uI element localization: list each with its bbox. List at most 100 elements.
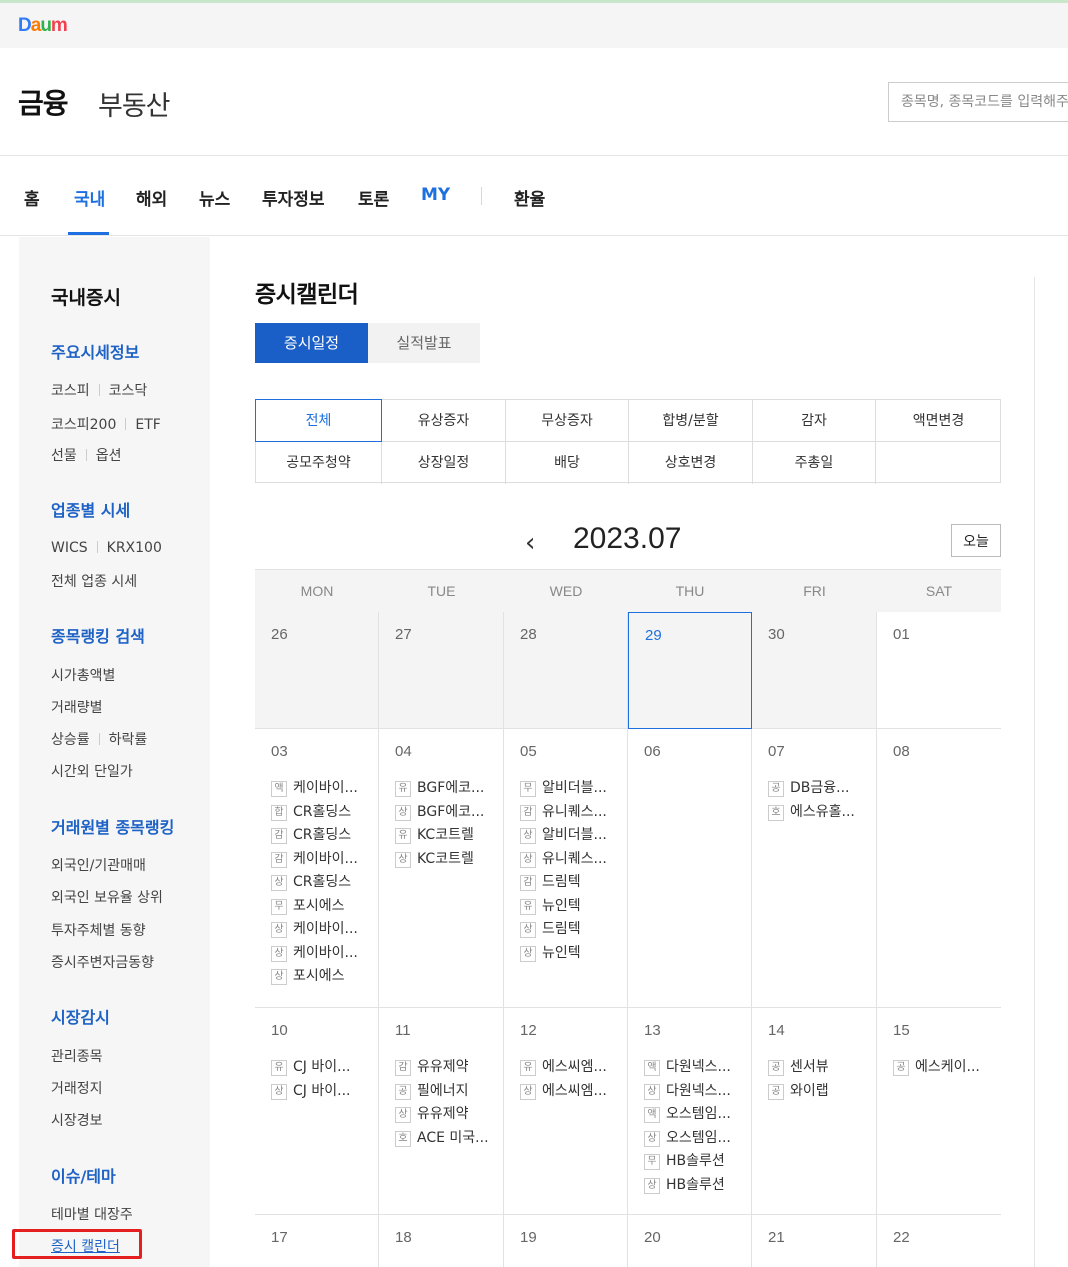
calendar-event[interactable]: 상 BGF에코... <box>395 801 484 825</box>
calendar-day-cell[interactable]: 18 <box>379 1215 504 1267</box>
calendar-event[interactable]: 유 KC코트렐 <box>395 824 484 848</box>
filter-0[interactable]: 전체 <box>255 399 382 442</box>
calendar-event[interactable]: 감 유니퀘스... <box>520 801 607 825</box>
side-link-all-sectors[interactable]: 전체 업종 시세 <box>51 571 137 591</box>
side-section-sector[interactable]: 업종별 시세 <box>51 497 130 521</box>
calendar-event[interactable]: 상 포시에스 <box>271 965 358 989</box>
calendar-day-cell[interactable]: 29 <box>628 612 752 729</box>
tab-market-schedule[interactable]: 증시일정 <box>255 323 368 363</box>
calendar-day-cell[interactable]: 03 액 케이바이... 합 CR홀딩스 감 CR홀딩스 감 케이바이... 상 CR홀딩스 무 포시에… <box>255 729 379 1008</box>
side-section-broker[interactable]: 거래원별 종목랭킹 <box>51 814 174 838</box>
daum-logo[interactable]: Daum <box>18 15 68 37</box>
side-section-surveillance[interactable]: 시장감시 <box>51 1004 110 1028</box>
calendar-day-cell[interactable]: 13 액 다원넥스... 상 다원넥스... 액 오스템임... 상 오스템임... 무 HB솔루션… <box>628 1008 752 1215</box>
calendar-event[interactable]: 공 에스케이... <box>893 1056 980 1080</box>
side-link-kospi[interactable]: 코스피 <box>51 383 90 399</box>
calendar-day-cell[interactable]: 22 <box>877 1215 1001 1267</box>
side-link-wics[interactable]: WICS <box>51 540 88 556</box>
calendar-event[interactable]: 액 다원넥스... <box>644 1056 731 1080</box>
calendar-event[interactable]: 상 유유제약 <box>395 1103 489 1127</box>
side-link-managed-stocks[interactable]: 관리종목 <box>51 1046 103 1066</box>
calendar-event[interactable]: 무 포시에스 <box>271 895 358 919</box>
side-link-after-hours[interactable]: 시간외 단일가 <box>51 761 133 781</box>
calendar-event[interactable]: 상 오스템임... <box>644 1127 731 1151</box>
calendar-day-cell[interactable]: 12 유 에스씨엠... 상 에스씨엠... <box>504 1008 628 1215</box>
calendar-event[interactable]: 공 DB금융... <box>768 777 855 801</box>
calendar-day-cell[interactable]: 26 <box>255 612 379 729</box>
calendar-event[interactable]: 상 뉴인텍 <box>520 942 607 966</box>
filter-6[interactable]: 공모주청약 <box>256 442 382 484</box>
chevron-left-icon[interactable]: ‹ <box>525 528 535 558</box>
calendar-day-cell[interactable]: 11 감 유유제약 공 필에너지 상 유유제약 호 ACE 미국... <box>379 1008 504 1215</box>
filter-8[interactable]: 배당 <box>506 442 629 484</box>
side-link-halted[interactable]: 거래정지 <box>51 1078 103 1098</box>
calendar-event[interactable]: 상 CJ 바이... <box>271 1080 350 1104</box>
calendar-day-cell[interactable]: 05 무 알비더블... 감 유니퀘스... 상 알비더블... 상 유니퀘스... 감 드림텍 유 뉴… <box>504 729 628 1008</box>
calendar-event[interactable]: 유 BGF에코... <box>395 777 484 801</box>
calendar-event[interactable]: 상 다원넥스... <box>644 1080 731 1104</box>
side-section-issues[interactable]: 이슈/테마 <box>51 1163 116 1187</box>
side-link-losers[interactable]: 하락률 <box>109 732 148 748</box>
calendar-event[interactable]: 상 HB솔루션 <box>644 1174 731 1198</box>
calendar-event[interactable]: 감 CR홀딩스 <box>271 824 358 848</box>
calendar-day-cell[interactable]: 10 유 CJ 바이... 상 CJ 바이... <box>255 1008 379 1215</box>
calendar-event[interactable]: 유 에스씨엠... <box>520 1056 607 1080</box>
side-link-etf[interactable]: ETF <box>135 417 160 433</box>
side-link-kosdaq[interactable]: 코스닥 <box>109 383 148 399</box>
side-link-kospi200[interactable]: 코스피200 <box>51 417 116 433</box>
calendar-day-cell[interactable]: 19 <box>504 1215 628 1267</box>
filter-2[interactable]: 무상증자 <box>506 400 629 442</box>
calendar-day-cell[interactable]: 27 <box>379 612 504 729</box>
calendar-event[interactable]: 공 와이랩 <box>768 1080 829 1104</box>
calendar-day-cell[interactable]: 14 공 센서뷰 공 와이랩 <box>752 1008 877 1215</box>
calendar-event[interactable]: 감 케이바이... <box>271 848 358 872</box>
calendar-day-cell[interactable]: 20 <box>628 1215 752 1267</box>
filter-4[interactable]: 감자 <box>753 400 876 442</box>
calendar-day-cell[interactable]: 08 <box>877 729 1001 1008</box>
tab-earnings[interactable]: 실적발표 <box>368 323 480 363</box>
calendar-event[interactable]: 액 케이바이... <box>271 777 358 801</box>
filter-10[interactable]: 주총일 <box>753 442 876 484</box>
side-link-theme-leaders[interactable]: 테마별 대장주 <box>51 1204 133 1224</box>
calendar-day-cell[interactable]: 06 <box>628 729 752 1008</box>
side-link-foreign-ownership[interactable]: 외국인 보유율 상위 <box>51 887 163 907</box>
calendar-day-cell[interactable]: 15 공 에스케이... <box>877 1008 1001 1215</box>
side-link-market-alert[interactable]: 시장경보 <box>51 1110 103 1130</box>
nav-overseas[interactable]: 해외 <box>136 185 167 210</box>
calendar-event[interactable]: 유 CJ 바이... <box>271 1056 350 1080</box>
nav-domestic[interactable]: 국내 <box>74 185 105 210</box>
calendar-event[interactable]: 무 알비더블... <box>520 777 607 801</box>
nav-my[interactable]: MY <box>421 185 450 205</box>
side-link-krx100[interactable]: KRX100 <box>107 540 162 556</box>
side-section-market-info[interactable]: 주요시세정보 <box>51 339 139 363</box>
calendar-event[interactable]: 호 에스유홀... <box>768 801 855 825</box>
calendar-event[interactable]: 감 유유제약 <box>395 1056 489 1080</box>
side-section-ranking[interactable]: 종목랭킹 검색 <box>51 623 145 647</box>
calendar-event[interactable]: 상 알비더블... <box>520 824 607 848</box>
nav-home[interactable]: 홈 <box>24 185 40 210</box>
side-link-foreign-institution[interactable]: 외국인/기관매매 <box>51 855 146 875</box>
calendar-day-cell[interactable]: 04 유 BGF에코... 상 BGF에코... 유 KC코트렐 상 KC코트렐 <box>379 729 504 1008</box>
filter-9[interactable]: 상호변경 <box>629 442 753 484</box>
brand-realestate[interactable]: 부동산 <box>98 84 171 123</box>
calendar-event[interactable]: 감 드림텍 <box>520 871 607 895</box>
side-link-options[interactable]: 옵션 <box>96 448 122 464</box>
calendar-event[interactable]: 유 뉴인텍 <box>520 895 607 919</box>
brand-finance[interactable]: 금융 <box>18 82 69 122</box>
calendar-day-cell[interactable]: 17 <box>255 1215 379 1267</box>
filter-3[interactable]: 합병/분할 <box>629 400 753 442</box>
side-link-gainers[interactable]: 상승률 <box>51 732 90 748</box>
calendar-day-cell[interactable]: 01 <box>877 612 1001 729</box>
filter-5[interactable]: 액면변경 <box>876 400 1001 442</box>
calendar-event[interactable]: 무 HB솔루션 <box>644 1150 731 1174</box>
filter-1[interactable]: 유상증자 <box>382 400 506 442</box>
calendar-event[interactable]: 상 드림텍 <box>520 918 607 942</box>
search-input[interactable] <box>888 82 1068 122</box>
calendar-day-cell[interactable]: 30 <box>752 612 877 729</box>
side-link-investor-trend[interactable]: 투자주체별 동향 <box>51 920 146 940</box>
calendar-day-cell[interactable]: 28 <box>504 612 628 729</box>
nav-news[interactable]: 뉴스 <box>199 185 230 210</box>
calendar-event[interactable]: 호 ACE 미국... <box>395 1127 489 1151</box>
nav-discussion[interactable]: 토론 <box>358 185 389 210</box>
calendar-event[interactable]: 상 에스씨엠... <box>520 1080 607 1104</box>
